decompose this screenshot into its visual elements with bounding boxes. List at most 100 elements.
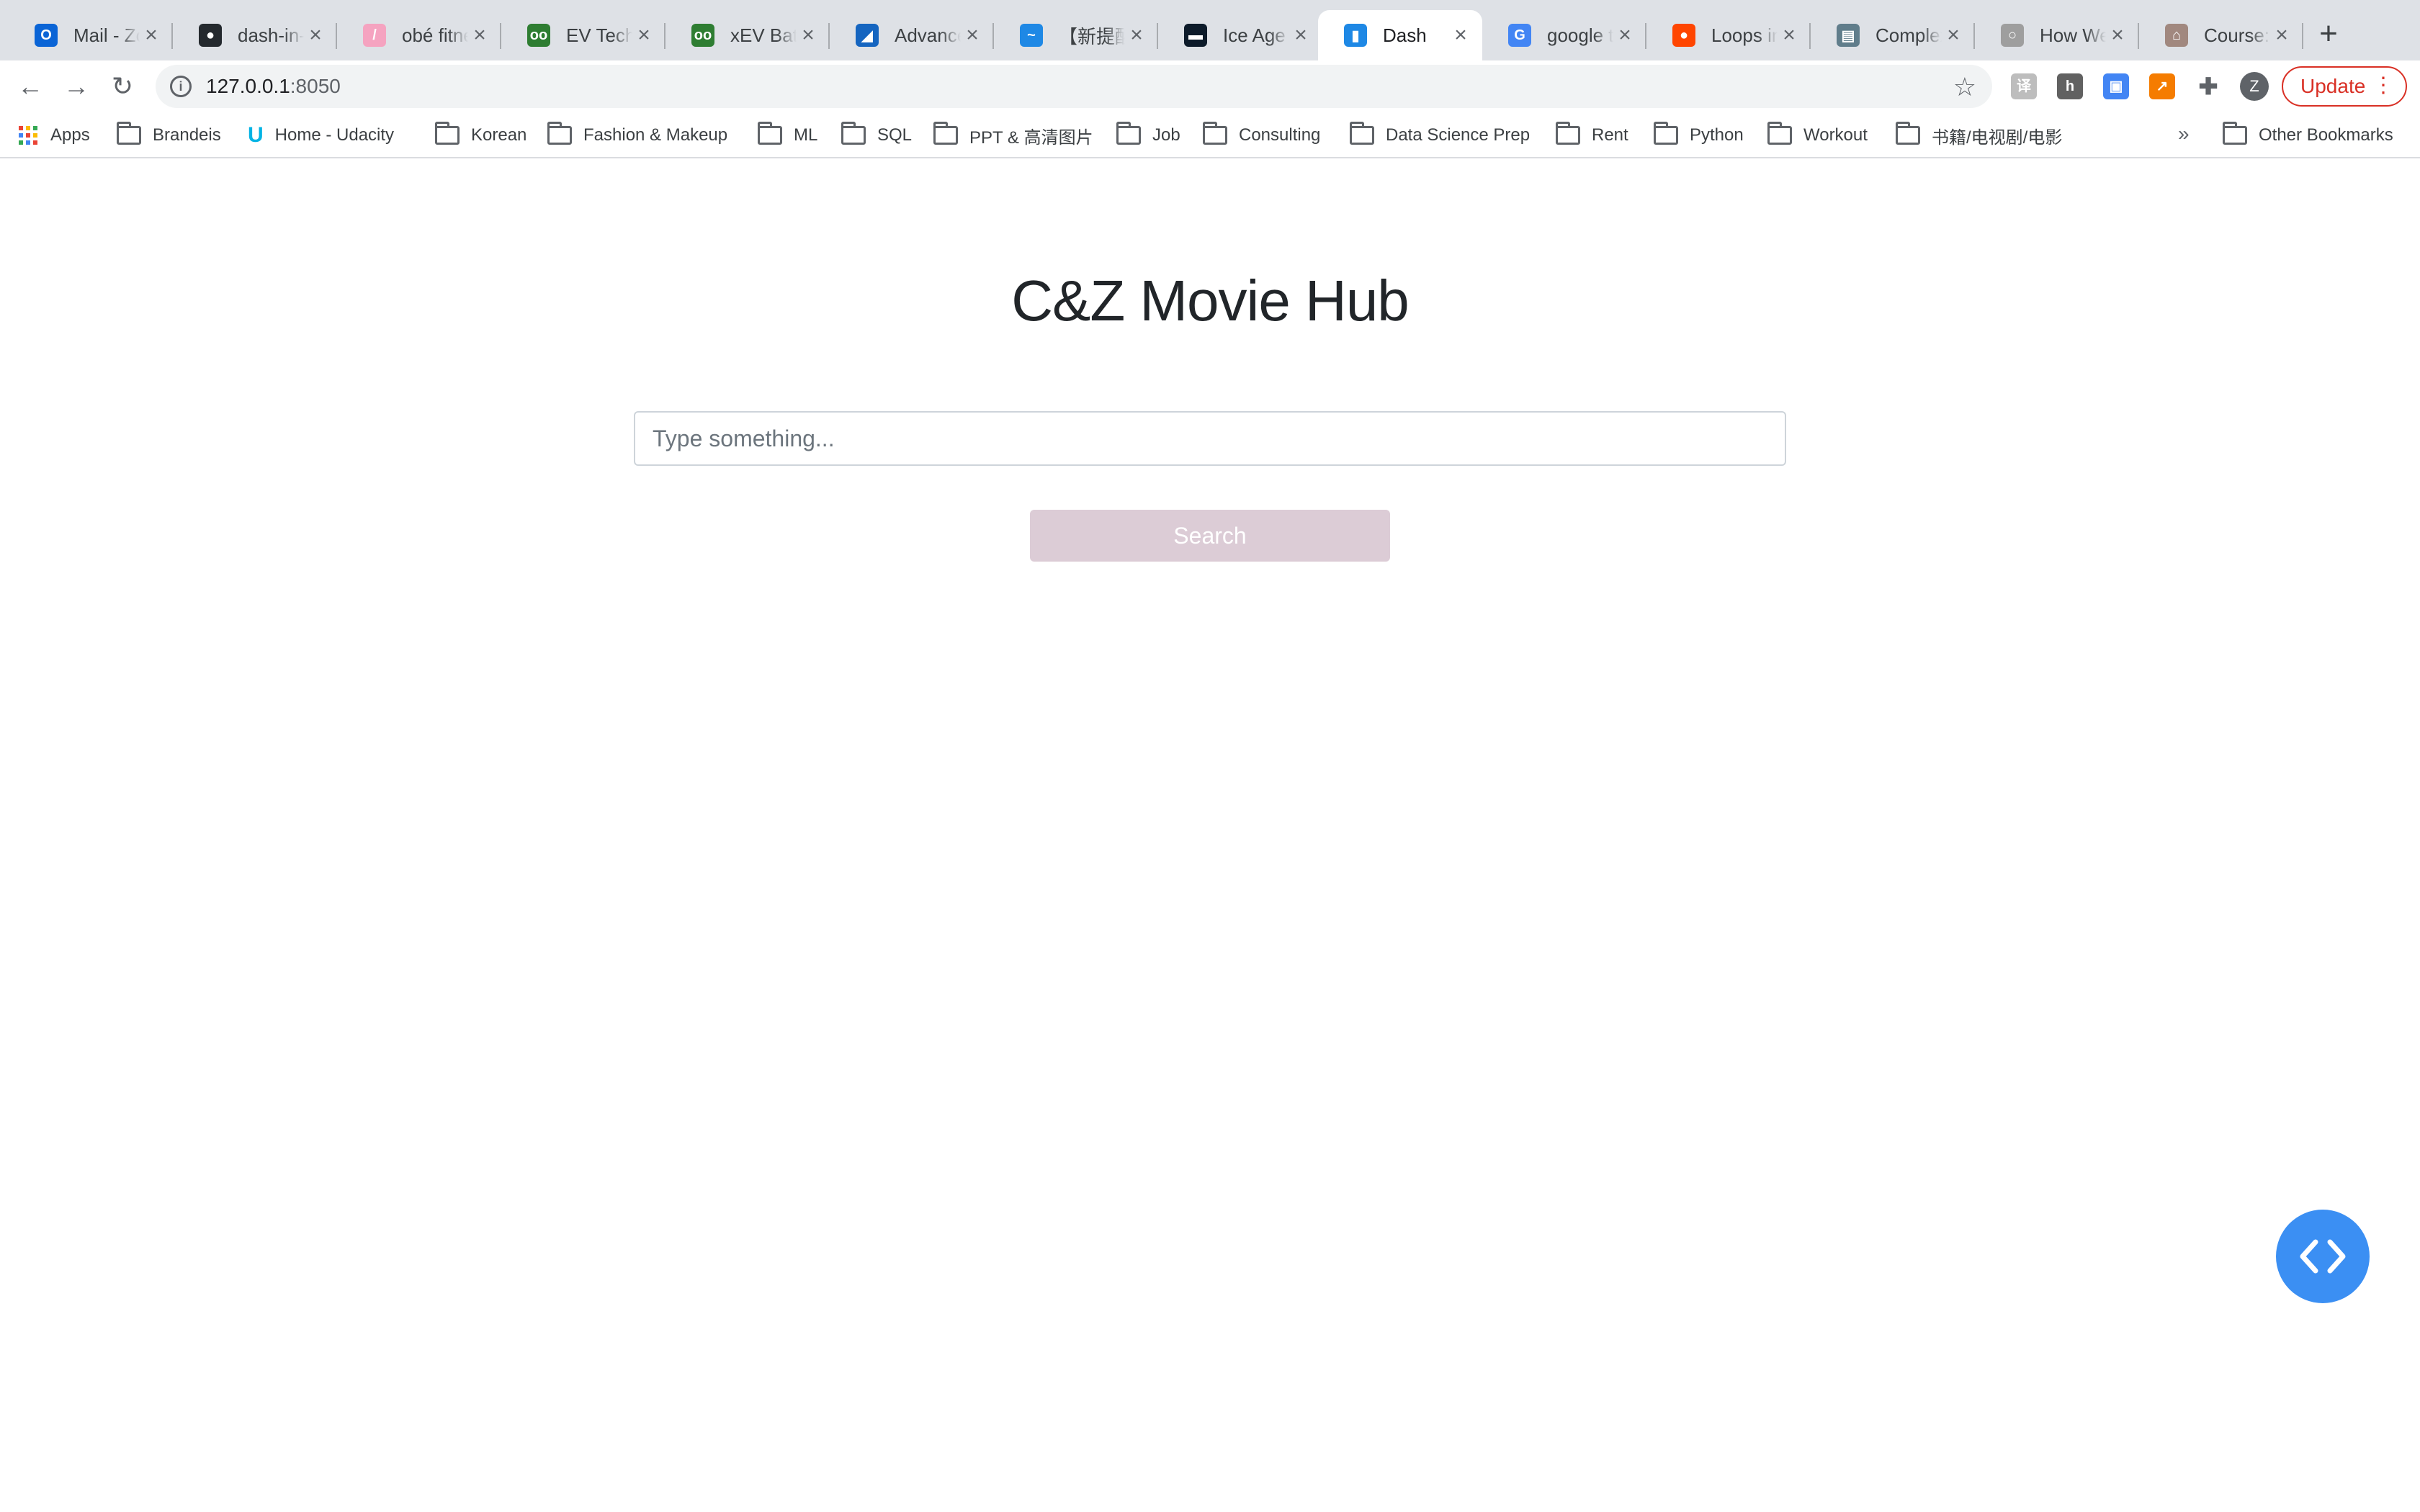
- search-button[interactable]: Search: [1030, 510, 1390, 562]
- browser-tab[interactable]: ● Loops in ×: [1646, 10, 1811, 60]
- browser-tab[interactable]: oo xEV Batt ×: [666, 10, 830, 60]
- close-tab-icon[interactable]: ×: [468, 23, 491, 48]
- bookmark-item[interactable]: Data Science Prep: [1350, 122, 1530, 148]
- bookmark-item[interactable]: Fashion & Makeup: [547, 122, 727, 148]
- browser-tab[interactable]: ◢ Advance ×: [830, 10, 994, 60]
- close-tab-icon[interactable]: ×: [140, 23, 163, 48]
- close-tab-icon[interactable]: ×: [1942, 23, 1965, 48]
- close-tab-icon[interactable]: ×: [304, 23, 327, 48]
- folder-icon: [758, 122, 782, 145]
- bookmark-item[interactable]: 书籍/电视剧/电影: [1896, 122, 2062, 148]
- tab-title: dash-in-: [238, 24, 304, 46]
- folder-icon: [435, 122, 460, 145]
- bookmark-item[interactable]: U Home - Udacity: [248, 122, 394, 148]
- tab-title: 【新提醒: [1059, 25, 1125, 48]
- bookmark-label: Job: [1152, 125, 1180, 145]
- bookmark-item[interactable]: Rent: [1556, 122, 1628, 148]
- bookmark-item[interactable]: Consulting: [1203, 122, 1320, 148]
- bookmark-item[interactable]: PPT & 高清图片: [933, 122, 1093, 148]
- folder-icon: [1350, 122, 1374, 145]
- browser-tab[interactable]: ▮ Dash ×: [1318, 10, 1482, 60]
- reload-icon[interactable]: ↻: [105, 69, 140, 104]
- close-tab-icon[interactable]: ×: [1289, 23, 1312, 48]
- bookmark-item[interactable]: ML: [758, 122, 817, 148]
- browser-tab[interactable]: oo EV Techn×: [501, 10, 666, 60]
- browser-tab[interactable]: ▤ Complex×: [1811, 10, 1975, 60]
- dash-devtools-button[interactable]: [2276, 1210, 2370, 1303]
- folder-icon: [547, 122, 572, 145]
- address-bar[interactable]: i 127.0.0.1:8050 ☆: [156, 65, 1992, 108]
- course-icon: ⌂: [2165, 24, 2188, 47]
- extension-screen-icon[interactable]: ▣: [2103, 73, 2129, 99]
- bookmark-item[interactable]: Workout: [1767, 122, 1868, 148]
- url-port: :8050: [290, 75, 341, 97]
- tab-separator: [2302, 23, 2303, 49]
- other-bookmarks[interactable]: Other Bookmarks: [2223, 122, 2393, 148]
- tab-title: Mail - Zoe: [73, 24, 140, 46]
- other-bookmarks-label: Other Bookmarks: [2259, 125, 2393, 145]
- bookmark-item[interactable]: Brandeis: [117, 122, 221, 148]
- close-tab-icon[interactable]: ×: [632, 23, 655, 48]
- folder-icon: [1767, 122, 1792, 145]
- page-content: [0, 160, 2420, 1512]
- bookmark-item[interactable]: Python: [1654, 122, 1744, 148]
- browser-tab[interactable]: ⌂ Course: ×: [2139, 10, 2303, 60]
- tab-title: How We: [2040, 24, 2106, 46]
- close-tab-icon[interactable]: ×: [797, 23, 820, 48]
- bird-icon: ~: [1020, 24, 1043, 47]
- close-tab-icon[interactable]: ×: [1613, 23, 1636, 48]
- close-tab-icon[interactable]: ×: [1778, 23, 1801, 48]
- extensions-puzzle-icon[interactable]: ✚: [2195, 73, 2221, 99]
- browser-tab[interactable]: / obé fitness×: [337, 10, 501, 60]
- reddit-icon: ●: [1672, 24, 1695, 47]
- browser-tab[interactable]: ▬ Ice Age ×: [1158, 10, 1322, 60]
- folder-icon: [117, 122, 141, 145]
- tab-strip: OMail - Zoe×●dash-in-×/obé fitness×ooEV …: [0, 0, 2420, 60]
- tab-title: google t: [1547, 24, 1613, 46]
- tab-title: xEV Batt: [730, 24, 797, 46]
- bookmark-label: Apps: [50, 125, 90, 145]
- site-info-icon[interactable]: i: [170, 76, 192, 97]
- extension-hypothesis-icon[interactable]: h: [2057, 73, 2083, 99]
- close-tab-icon[interactable]: ×: [1449, 23, 1472, 48]
- new-tab-button[interactable]: +: [2311, 16, 2347, 52]
- bookmark-item[interactable]: SQL: [841, 122, 912, 148]
- browser-tab[interactable]: O Mail - Zoe×: [9, 10, 173, 60]
- bookmarks-bar: Apps Brandeis U Home - Udacity Korean Fashion…: [0, 112, 2420, 158]
- ev-icon: oo: [527, 24, 550, 47]
- bookmark-label: Home - Udacity: [274, 125, 395, 145]
- search-input[interactable]: [634, 411, 1786, 466]
- browser-tab[interactable]: ○ How We ×: [1975, 10, 2139, 60]
- forward-arrow-icon[interactable]: →: [59, 69, 94, 104]
- profile-avatar[interactable]: Z: [2240, 72, 2269, 101]
- update-label: Update: [2300, 75, 2366, 97]
- extension-chart-icon[interactable]: ↗: [2149, 73, 2175, 99]
- url-host: 127.0.0.1: [206, 75, 290, 97]
- obe-icon: /: [363, 24, 386, 47]
- github-icon: ●: [199, 24, 222, 47]
- bookmark-item[interactable]: Job: [1116, 122, 1180, 148]
- bookmark-label: Workout: [1803, 125, 1868, 145]
- folder-icon: [1116, 122, 1141, 145]
- tab-title: Dash: [1383, 24, 1427, 46]
- howwe-icon: ○: [2001, 24, 2024, 47]
- bookmarks-overflow-icon[interactable]: »: [2178, 122, 2190, 145]
- bookmark-item[interactable]: Korean: [435, 122, 526, 148]
- bookmark-label: Data Science Prep: [1386, 125, 1531, 145]
- browser-tab[interactable]: ~ 【新提醒 ×: [994, 10, 1158, 60]
- close-tab-icon[interactable]: ×: [2106, 23, 2129, 48]
- tab-title: Loops in: [1711, 24, 1778, 46]
- browser-tab[interactable]: ● dash-in- ×: [173, 10, 337, 60]
- close-tab-icon[interactable]: ×: [2270, 23, 2293, 48]
- extension-translate-icon[interactable]: 译: [2011, 73, 2037, 99]
- bookmark-star-icon[interactable]: ☆: [1953, 72, 1976, 102]
- close-tab-icon[interactable]: ×: [961, 23, 984, 48]
- browser-tab[interactable]: Ggoogle t ×: [1482, 10, 1646, 60]
- dash-icon: ▮: [1344, 24, 1367, 47]
- folder-icon: [1896, 122, 1920, 145]
- close-tab-icon[interactable]: ×: [1125, 23, 1148, 48]
- update-button[interactable]: Update ⋮: [2282, 66, 2407, 107]
- back-arrow-icon[interactable]: ←: [13, 69, 48, 104]
- code-brackets-icon: [2300, 1239, 2346, 1274]
- bookmark-item[interactable]: Apps: [19, 122, 90, 148]
